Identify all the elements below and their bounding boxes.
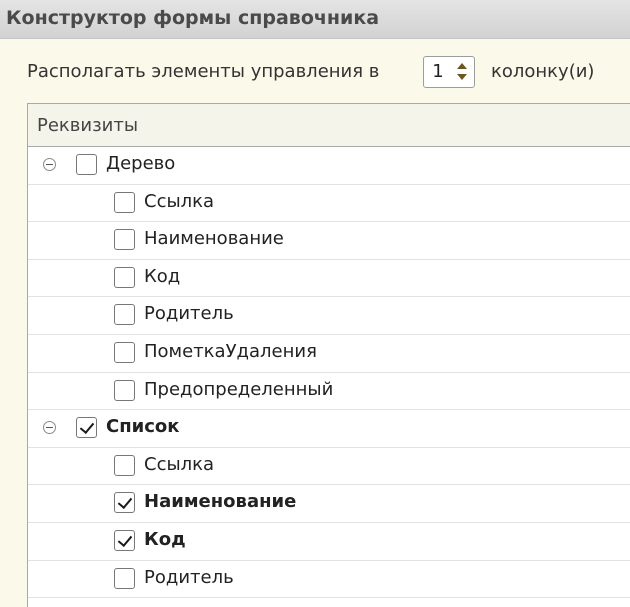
- tree-row[interactable]: Код: [28, 260, 630, 298]
- row-checkbox[interactable]: [114, 567, 135, 589]
- row-label: Список: [106, 416, 180, 438]
- row-checkbox[interactable]: [114, 304, 135, 326]
- tree-row[interactable]: Предопределенный: [28, 373, 630, 411]
- tree-row[interactable]: ПометкаУдаления: [28, 335, 630, 373]
- tree-row[interactable]: Дерево: [28, 147, 630, 185]
- tree-row[interactable]: Наименование: [28, 485, 630, 523]
- tree-row[interactable]: Код: [28, 523, 630, 561]
- row-label: Код: [144, 528, 186, 550]
- columns-setting: Располагать элементы управления в 1 коло…: [27, 56, 627, 90]
- tree-row[interactable]: Список: [28, 410, 630, 448]
- row-label: ПометкаУдаления: [144, 340, 317, 362]
- tree-row[interactable]: Наименование: [28, 222, 630, 260]
- row-label: Код: [144, 265, 181, 287]
- checkmark-icon: [117, 494, 133, 510]
- row-checkbox[interactable]: [114, 454, 135, 476]
- stepper-arrows[interactable]: [454, 59, 472, 85]
- columns-count-stepper[interactable]: 1: [423, 56, 475, 88]
- row-label: Наименование: [144, 491, 297, 513]
- window-title: Конструктор формы справочника: [6, 7, 380, 29]
- columns-count-value[interactable]: 1: [424, 61, 452, 82]
- row-checkbox[interactable]: [114, 229, 135, 251]
- checkmark-icon: [79, 419, 95, 435]
- row-label: Наименование: [144, 228, 284, 250]
- row-label: Ссылка: [144, 190, 215, 212]
- tree-rows: Дерево Ссылка Наименование Код Родитель Помет…: [28, 147, 630, 599]
- row-label: Ссылка: [144, 453, 215, 475]
- row-checkbox[interactable]: [114, 341, 135, 363]
- tree-header-label: Реквизиты: [37, 115, 139, 136]
- row-label: Предопределенный: [144, 378, 334, 400]
- row-checkbox[interactable]: [114, 379, 135, 401]
- collapse-icon[interactable]: [43, 158, 56, 171]
- stepper-down-icon[interactable]: [457, 74, 467, 80]
- tree-header: Реквизиты: [28, 104, 630, 147]
- row-checkbox[interactable]: [114, 529, 135, 551]
- tree-row[interactable]: Родитель: [28, 297, 630, 335]
- tree-row[interactable]: Родитель: [28, 561, 630, 599]
- row-label: Родитель: [144, 303, 234, 325]
- columns-suffix-label: колонку(и): [491, 61, 595, 82]
- row-checkbox[interactable]: [76, 154, 97, 175]
- row-checkbox[interactable]: [114, 492, 135, 514]
- columns-prefix-label: Располагать элементы управления в: [27, 61, 380, 82]
- row-checkbox[interactable]: [76, 417, 97, 439]
- row-checkbox[interactable]: [114, 191, 135, 213]
- window-titlebar: Конструктор формы справочника: [0, 0, 630, 39]
- row-label: Дерево: [106, 153, 176, 174]
- attributes-tree[interactable]: Реквизиты Дерево Ссылка Наименование Код Род…: [27, 103, 630, 607]
- row-checkbox[interactable]: [114, 266, 135, 288]
- tree-row[interactable]: Ссылка: [28, 185, 630, 223]
- row-label: Родитель: [144, 566, 234, 588]
- checkmark-icon: [117, 531, 133, 547]
- tree-row[interactable]: Ссылка: [28, 448, 630, 486]
- stepper-up-icon[interactable]: [457, 63, 467, 69]
- collapse-icon[interactable]: [43, 421, 56, 435]
